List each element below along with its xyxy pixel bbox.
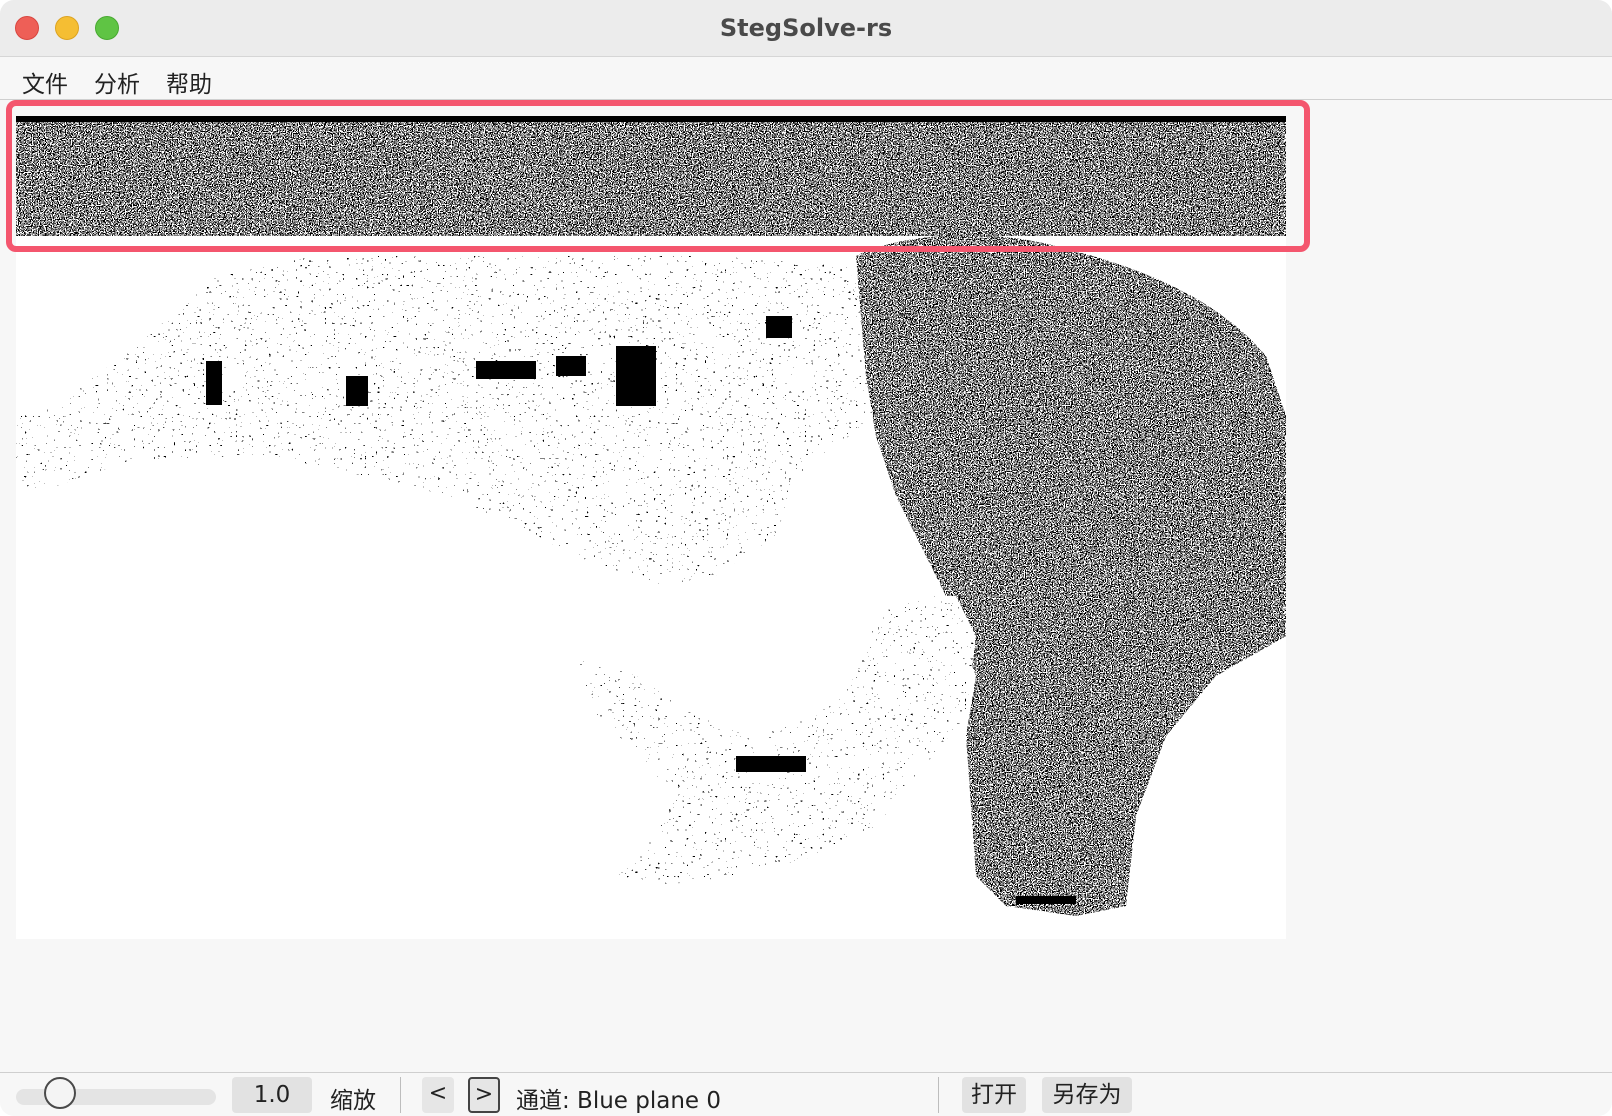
toolbar-divider: [400, 1077, 401, 1113]
open-button[interactable]: 打开: [962, 1077, 1026, 1113]
image-canvas[interactable]: [0, 100, 1612, 1070]
menu-file[interactable]: 文件: [20, 63, 70, 101]
zoom-slider-thumb[interactable]: [44, 1077, 76, 1109]
selection-highlight: [6, 100, 1310, 252]
menu-bar: 文件 分析 帮助: [0, 57, 1612, 100]
title-bar: StegSolve-rs: [0, 0, 1612, 57]
bottom-toolbar: 1.0 缩放 < > 通道: Blue plane 0 打开 另存为: [0, 1072, 1612, 1116]
app-window: StegSolve-rs 文件 分析 帮助 1.0 缩放 < > 通道: Blu…: [0, 0, 1612, 1116]
zoom-value-field[interactable]: 1.0: [232, 1077, 312, 1113]
next-plane-button[interactable]: >: [468, 1077, 500, 1113]
channel-status: 通道: Blue plane 0: [516, 1088, 722, 1114]
prev-plane-button[interactable]: <: [422, 1077, 454, 1113]
save-as-button[interactable]: 另存为: [1042, 1077, 1132, 1113]
menu-analyze[interactable]: 分析: [92, 63, 142, 101]
toolbar-divider: [938, 1077, 939, 1113]
window-title: StegSolve-rs: [719, 14, 893, 42]
menu-help[interactable]: 帮助: [164, 63, 214, 101]
zoom-label: 缩放: [330, 1088, 376, 1114]
